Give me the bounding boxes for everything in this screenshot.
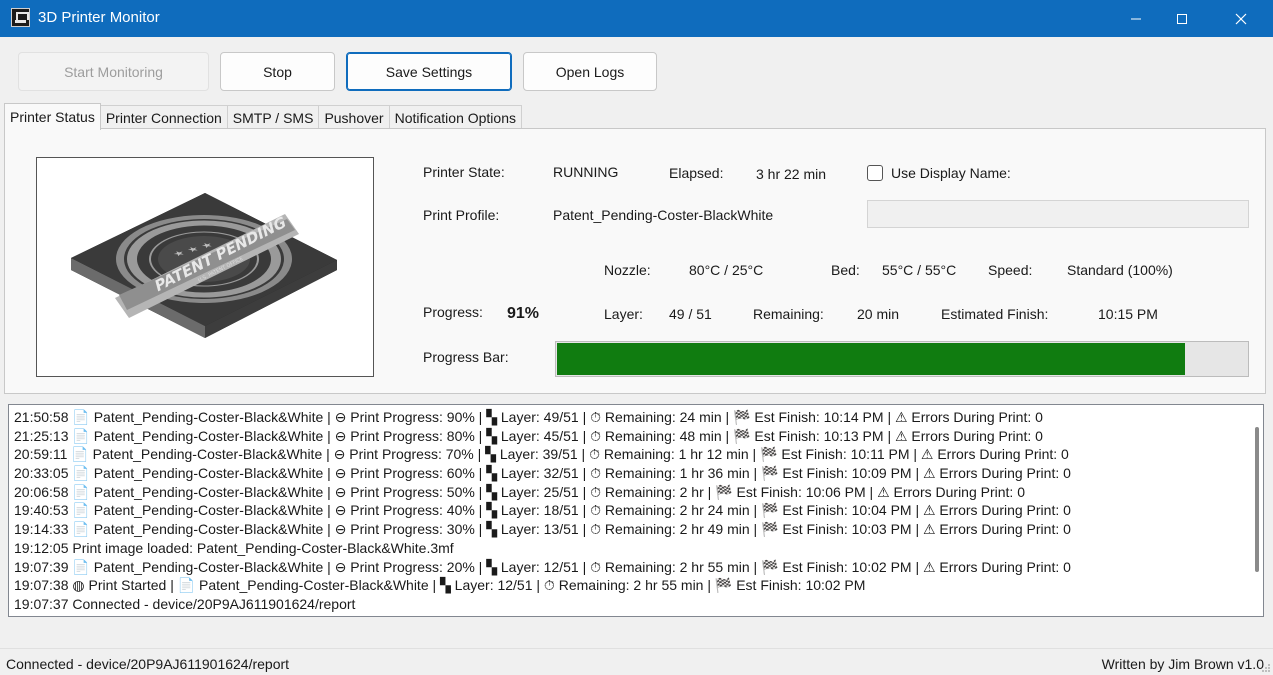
- estimated-finish-value: 10:15 PM: [1098, 306, 1158, 322]
- window-title: 3D Printer Monitor: [38, 9, 160, 26]
- tab-printer-connection[interactable]: Printer Connection: [99, 105, 228, 130]
- tab-notification-options[interactable]: Notification Options: [388, 105, 522, 130]
- title-bar[interactable]: 3D Printer Monitor: [0, 0, 1273, 37]
- log-line: 19:12:05 Print image loaded: Patent_Pend…: [14, 540, 454, 556]
- minimize-button[interactable]: [1113, 0, 1159, 37]
- close-icon: [1235, 13, 1247, 24]
- log-line: 20:59:11 📄 Patent_Pending-Coster-Black&W…: [14, 446, 1069, 462]
- tab-pushover[interactable]: Pushover: [318, 105, 390, 130]
- log-scrollbar[interactable]: [1255, 427, 1259, 572]
- log-line: 19:07:39 📄 Patent_Pending-Coster-Black&W…: [14, 559, 1071, 575]
- elapsed-value: 3 hr 22 min: [756, 166, 827, 182]
- minimize-icon: [1131, 18, 1141, 19]
- printer-state-value: RUNNING: [553, 164, 619, 180]
- remaining-label: Remaining:: [753, 306, 824, 322]
- close-button[interactable]: [1218, 0, 1264, 37]
- progress-bar-fill: [557, 343, 1185, 375]
- log-line: 19:07:37 Connected - device/20P9AJ611901…: [14, 596, 356, 612]
- save-settings-button[interactable]: Save Settings: [346, 52, 512, 91]
- bed-label: Bed:: [831, 262, 860, 278]
- progress-bar-label: Progress Bar:: [423, 349, 509, 365]
- speed-label: Speed:: [988, 262, 1033, 278]
- tab-strip: Printer Status Printer Connection SMTP /…: [4, 103, 522, 130]
- tab-printer-status[interactable]: Printer Status: [4, 103, 101, 130]
- log-line: 21:50:58 📄 Patent_Pending-Coster-Black&W…: [14, 409, 1043, 425]
- event-log[interactable]: 21:50:58 📄 Patent_Pending-Coster-Black&W…: [8, 404, 1264, 617]
- open-logs-button[interactable]: Open Logs: [523, 52, 657, 91]
- print-profile-label: Print Profile:: [423, 207, 500, 223]
- start-monitoring-button[interactable]: Start Monitoring: [18, 52, 209, 91]
- log-line: 21:25:13 📄 Patent_Pending-Coster-Black&W…: [14, 428, 1043, 444]
- nozzle-value: 80°C / 25°C: [689, 262, 764, 278]
- remaining-value: 20 min: [857, 306, 900, 322]
- print-preview-image: ★ ★ ★ ★ ★ ★ PATENT PENDING U.S. PATENT O…: [36, 157, 374, 377]
- layer-value: 49 / 51: [669, 306, 712, 322]
- stop-button[interactable]: Stop: [220, 52, 335, 91]
- maximize-button[interactable]: [1159, 0, 1205, 37]
- print-profile-value: Patent_Pending-Coster-BlackWhite: [553, 207, 774, 223]
- printer-state-label: Printer State:: [423, 164, 505, 180]
- log-line: 20:33:05 📄 Patent_Pending-Coster-Black&W…: [14, 465, 1071, 481]
- layer-label: Layer:: [604, 306, 643, 322]
- progress-label: Progress:: [423, 304, 483, 320]
- tab-smtp-sms[interactable]: SMTP / SMS: [226, 105, 320, 130]
- elapsed-label: Elapsed:: [669, 165, 724, 181]
- connection-status: Connected - device/20P9AJ611901624/repor…: [6, 656, 290, 672]
- maximize-icon: [1177, 13, 1187, 24]
- use-display-name-label[interactable]: Use Display Name:: [891, 165, 1011, 181]
- log-line: 19:14:33 📄 Patent_Pending-Coster-Black&W…: [14, 521, 1071, 537]
- log-line: 20:06:58 📄 Patent_Pending-Coster-Black&W…: [14, 484, 1025, 500]
- nozzle-label: Nozzle:: [604, 262, 651, 278]
- coaster-render: ★ ★ ★ ★ ★ ★ PATENT PENDING U.S. PATENT O…: [71, 193, 337, 338]
- display-name-field[interactable]: [867, 200, 1249, 228]
- printer-app-icon: [11, 8, 30, 27]
- bed-value: 55°C / 55°C: [882, 262, 957, 278]
- status-bar: Connected - device/20P9AJ611901624/repor…: [0, 648, 1273, 675]
- speed-value: Standard (100%): [1067, 262, 1173, 278]
- progress-bar: [555, 341, 1249, 377]
- progress-value: 91%: [507, 305, 540, 322]
- estimated-finish-label: Estimated Finish:: [941, 306, 1049, 322]
- author-credit: Written by Jim Brown v1.0: [1101, 656, 1264, 672]
- log-line: 19:40:53 📄 Patent_Pending-Coster-Black&W…: [14, 502, 1071, 518]
- use-display-name-checkbox[interactable]: [867, 165, 883, 181]
- resize-grip-icon[interactable]: [1261, 663, 1271, 673]
- log-line: 19:07:38 ◍ Print Started | 📄 Patent_Pend…: [14, 577, 866, 593]
